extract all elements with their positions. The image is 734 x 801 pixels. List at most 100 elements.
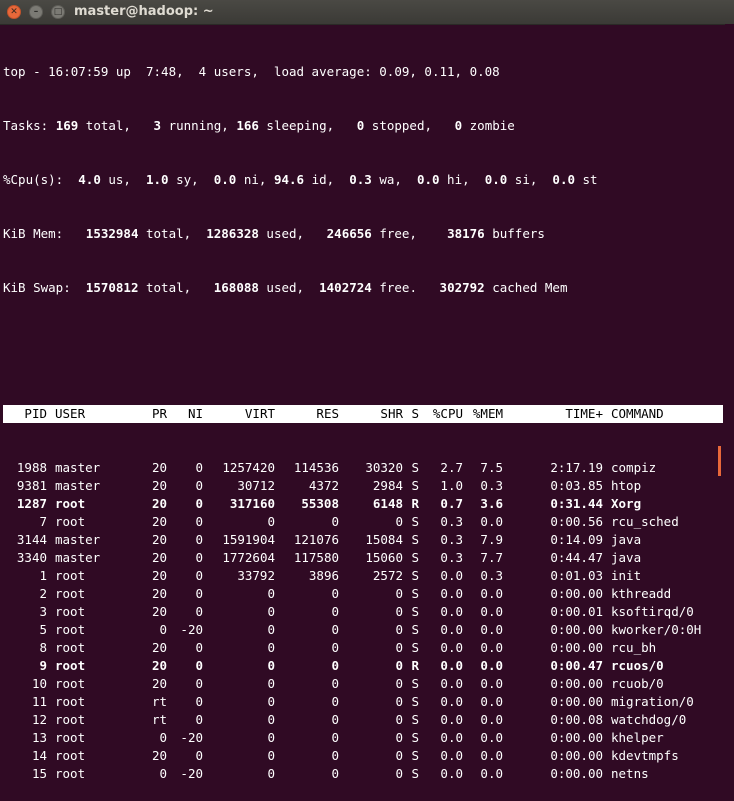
process-row[interactable]: 12 root rt 0 0 0 0 S 0.0 0.0 0:00.08 watchdog/0 [3, 711, 723, 729]
process-ni-cell: -20 [180, 730, 203, 745]
column-header-res[interactable]: RES [275, 405, 339, 423]
process-list: 1988 master 20 0 1257420 114536 30320 S 2.7 7.5 2:… [3, 459, 723, 783]
process-s-cell: S [411, 694, 419, 709]
column-header-pid[interactable]: PID [3, 405, 47, 423]
process-virt-cell: 0 [267, 766, 275, 781]
close-icon: ✕ [10, 6, 18, 17]
process-shr-cell: 6148 [372, 496, 403, 511]
process-row[interactable]: 14 root 20 0 0 0 0 S 0.0 0.0 0:00.00 kdevtmpfs [3, 747, 723, 765]
process-res-cell: 0 [331, 694, 339, 709]
process-row[interactable]: 7 root 20 0 0 0 0 S 0.3 0.0 0:00.56 rcu_sched [3, 513, 723, 531]
column-header-virt[interactable]: VIRT [203, 405, 275, 423]
process-mem-cell: 0.0 [480, 694, 503, 709]
process-res-cell: 0 [331, 586, 339, 601]
process-row[interactable]: 13 root 0 -20 0 0 0 S 0.0 0.0 0:00.00 khelper [3, 729, 723, 747]
process-row[interactable]: 8 root 20 0 0 0 0 S 0.0 0.0 0:00.00 rcu_bh [3, 639, 723, 657]
close-button[interactable]: ✕ [7, 5, 21, 19]
column-header-ni[interactable]: NI [167, 405, 203, 423]
process-res-cell: 0 [331, 640, 339, 655]
column-header-mem[interactable]: %MEM [463, 405, 503, 423]
process-command-cell: rcu_sched [611, 514, 679, 529]
column-header-pr[interactable]: PR [143, 405, 167, 423]
process-s-cell: S [411, 478, 419, 493]
process-row[interactable]: 5 root 0 -20 0 0 0 S 0.0 0.0 0:00.00 kworker/0:0H [3, 621, 723, 639]
process-res-cell: 0 [331, 622, 339, 637]
mem-line: KiB Mem: 1532984 total, 1286328 used, 24… [3, 226, 545, 241]
process-row[interactable]: 9381 master 20 0 30712 4372 2984 S 1.0 0.3 0:03.85… [3, 477, 723, 495]
process-time-cell: 0:00.08 [550, 712, 603, 727]
process-time-cell: 0:00.47 [550, 658, 603, 673]
process-pr-cell: 20 [151, 658, 167, 673]
process-mem-cell: 0.0 [480, 622, 503, 637]
process-pr-cell: 0 [159, 766, 167, 781]
process-pid-cell: 8 [39, 640, 47, 655]
process-s-cell: S [411, 622, 419, 637]
process-pr-cell: 20 [151, 586, 167, 601]
process-row[interactable]: 2 root 20 0 0 0 0 S 0.0 0.0 0:00.00 kthreadd [3, 585, 723, 603]
column-header-cpu[interactable]: %CPU [419, 405, 463, 423]
process-time-cell: 0:14.09 [550, 532, 603, 547]
terminal-output[interactable]: top - 16:07:59 up 7:48, 4 users, load av… [3, 27, 723, 801]
process-user-cell: master [55, 460, 101, 475]
process-row[interactable]: 1 root 20 0 33792 3896 2572 S 0.0 0.3 0:01.03 init [3, 567, 723, 585]
process-res-cell: 121076 [293, 532, 339, 547]
process-cpu-cell: 0.0 [440, 766, 463, 781]
process-ni-cell: 0 [195, 478, 203, 493]
minimize-button[interactable]: – [29, 5, 43, 19]
process-row[interactable]: 15 root 0 -20 0 0 0 S 0.0 0.0 0:00.00 netns [3, 765, 723, 783]
process-pid-cell: 9 [39, 658, 47, 673]
process-virt-cell: 0 [267, 730, 275, 745]
column-header-user[interactable]: USER [47, 405, 143, 423]
process-command-cell: java [611, 532, 642, 547]
process-s-cell: S [411, 514, 419, 529]
process-time-cell: 2:17.19 [550, 460, 603, 475]
column-header-command[interactable]: COMMAND [603, 405, 721, 423]
process-pid-cell: 1287 [16, 496, 47, 511]
process-row[interactable]: 1287 root 20 0 317160 55308 6148 R 0.7 3.6 0:31.44… [3, 495, 723, 513]
process-pid-cell: 15 [31, 766, 47, 781]
process-row[interactable]: 11 root rt 0 0 0 0 S 0.0 0.0 0:00.00 migration/0 [3, 693, 723, 711]
process-virt-cell: 33792 [237, 568, 275, 583]
process-pid-cell: 13 [31, 730, 47, 745]
terminal-scrollbar[interactable] [725, 24, 734, 476]
column-header-shr[interactable]: SHR [339, 405, 403, 423]
process-res-cell: 117580 [293, 550, 339, 565]
process-row[interactable]: 3340 master 20 0 1772604 117580 15060 S 0.3 7.7 0:… [3, 549, 723, 567]
process-pid-cell: 7 [39, 514, 47, 529]
process-cpu-cell: 0.0 [440, 604, 463, 619]
process-command-cell: kthreadd [611, 586, 672, 601]
process-mem-cell: 0.0 [480, 514, 503, 529]
process-mem-cell: 0.0 [480, 730, 503, 745]
process-command-cell: rcu_bh [611, 640, 657, 655]
process-s-cell: S [411, 460, 419, 475]
process-res-cell: 0 [331, 712, 339, 727]
process-time-cell: 0:01.03 [550, 568, 603, 583]
process-virt-cell: 0 [267, 694, 275, 709]
process-cpu-cell: 0.3 [440, 514, 463, 529]
column-header-time[interactable]: TIME+ [503, 405, 603, 423]
process-user-cell: root [55, 712, 86, 727]
process-mem-cell: 0.0 [480, 748, 503, 763]
process-row[interactable]: 3 root 20 0 0 0 0 S 0.0 0.0 0:00.01 ksoftirqd/0 [3, 603, 723, 621]
process-row[interactable]: 10 root 20 0 0 0 0 S 0.0 0.0 0:00.00 rcuob/0 [3, 675, 723, 693]
process-user-cell: root [55, 568, 86, 583]
maximize-button[interactable]: □ [51, 5, 65, 19]
process-command-cell: htop [611, 478, 642, 493]
process-row[interactable]: 9 root 20 0 0 0 0 R 0.0 0.0 0:00.47 rcuos/0 [3, 657, 723, 675]
process-row[interactable]: 1988 master 20 0 1257420 114536 30320 S 2.7 7.5 2:… [3, 459, 723, 477]
process-shr-cell: 0 [395, 514, 403, 529]
process-row[interactable]: 3144 master 20 0 1591904 121076 15084 S 0.3 7.9 0:… [3, 531, 723, 549]
scrollbar-thumb[interactable] [718, 446, 721, 476]
process-user-cell: root [55, 604, 86, 619]
column-header-s[interactable]: S [403, 405, 419, 423]
process-user-cell: root [55, 514, 86, 529]
process-command-cell: rcuos/0 [611, 658, 664, 673]
process-ni-cell: 0 [195, 676, 203, 691]
process-pr-cell: rt [151, 712, 167, 727]
process-pid-cell: 11 [31, 694, 47, 709]
process-s-cell: S [411, 640, 419, 655]
process-command-cell: java [611, 550, 642, 565]
uptime-line: top - 16:07:59 up 7:48, 4 users, load av… [3, 64, 500, 79]
process-pid-cell: 3144 [16, 532, 47, 547]
process-shr-cell: 0 [395, 766, 403, 781]
